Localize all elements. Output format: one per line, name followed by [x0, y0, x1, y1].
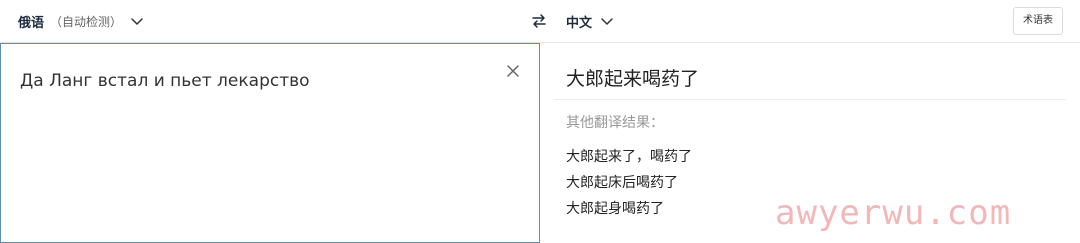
alternatives-list: 大郎起来了，喝药了 大郎起床后喝药了 大郎起身喝药了 [566, 147, 692, 225]
language-bar: 俄语 （自动检测） 中文 术语表 [0, 0, 1080, 43]
auto-detect-note: （自动检测） [50, 14, 123, 29]
source-language-selector[interactable]: 俄语 （自动检测） [18, 11, 144, 31]
alternative-item[interactable]: 大郎起来了，喝药了 [566, 147, 692, 173]
watermark: awyerwu.com [775, 193, 1012, 233]
translator-app: 俄语 （自动检测） 中文 术语表 Да Ланг встал и пьет ле… [0, 0, 1080, 243]
alternatives-title: 其他翻译结果： [566, 115, 664, 131]
source-language-name: 俄语 [18, 15, 45, 31]
alternative-item[interactable]: 大郎起身喝药了 [566, 199, 692, 225]
main-translation: 大郎起来喝药了 [566, 68, 700, 90]
source-text[interactable]: Да Ланг встал и пьет лекарство [20, 68, 490, 94]
source-text-panel[interactable]: Да Ланг встал и пьет лекарство [0, 43, 540, 243]
glossary-button[interactable]: 术语表 [1013, 7, 1063, 35]
chevron-down-icon [131, 18, 143, 25]
result-divider [554, 99, 1066, 100]
close-icon[interactable] [505, 63, 521, 79]
swap-arrows-icon[interactable] [530, 12, 548, 30]
target-language-selector[interactable]: 中文 [566, 11, 614, 31]
chevron-down-icon [601, 18, 613, 25]
alternative-item[interactable]: 大郎起床后喝药了 [566, 173, 692, 199]
target-language-name: 中文 [566, 15, 593, 31]
